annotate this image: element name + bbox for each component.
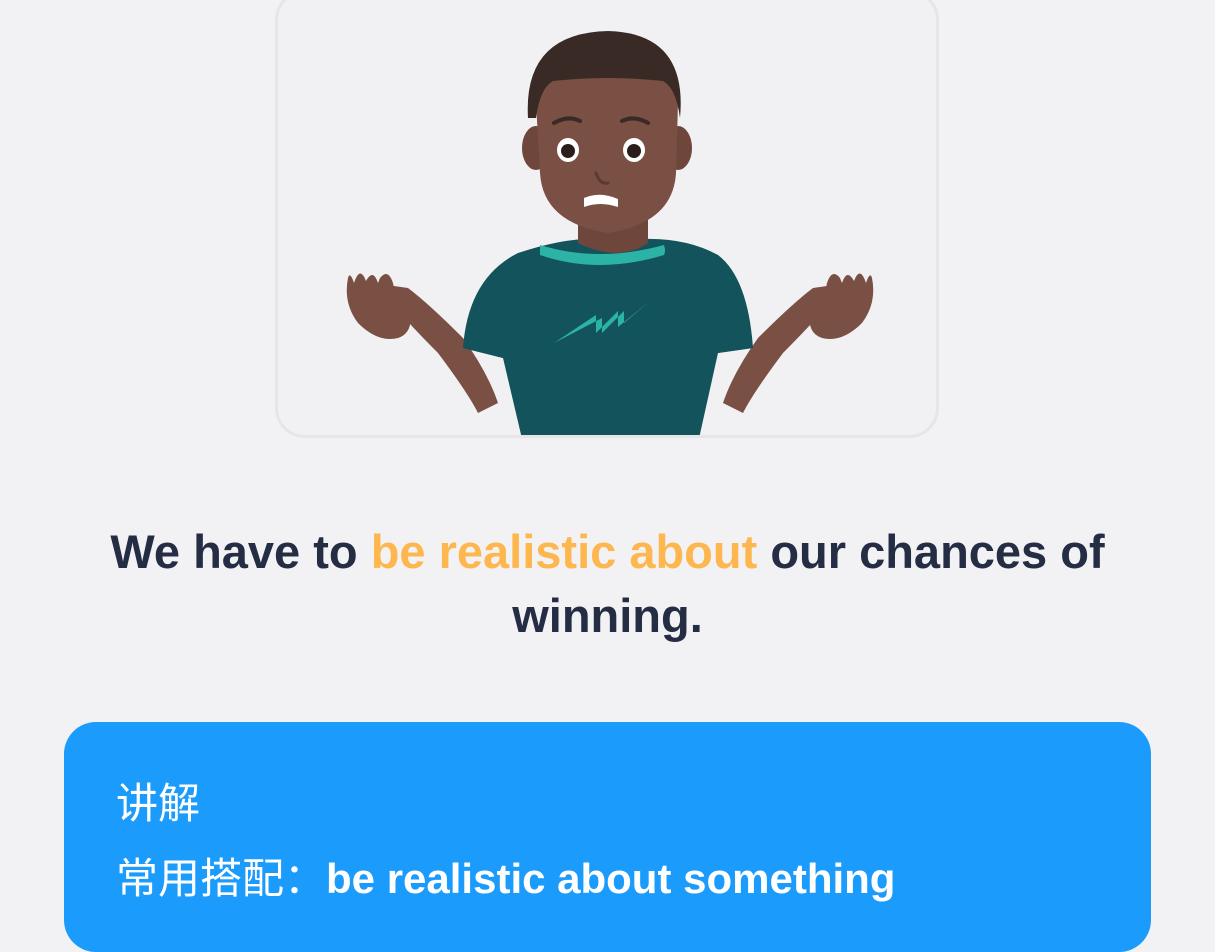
collocation-phrase: be realistic about something xyxy=(326,855,896,902)
example-sentence: We have to be realistic about our chance… xyxy=(110,520,1105,648)
collocation-line: 常用搭配：be realistic about something xyxy=(116,852,895,906)
illustration-card xyxy=(275,0,939,438)
sentence-before: We have to xyxy=(110,525,358,578)
collocation-label: 常用搭配： xyxy=(116,854,327,903)
shrugging-man-illustration-icon xyxy=(346,31,874,435)
explanation-card xyxy=(64,722,1151,952)
explanation-title: 讲解 xyxy=(116,779,201,828)
sentence-highlight: be realistic about xyxy=(370,525,758,578)
